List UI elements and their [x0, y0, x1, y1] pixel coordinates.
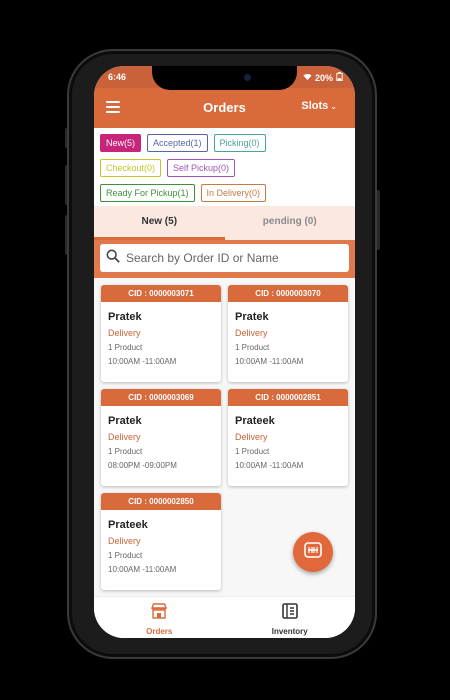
camera-icon	[244, 74, 251, 81]
chip-in-delivery[interactable]: In Delivery(0)	[200, 184, 267, 202]
search-box	[100, 244, 349, 272]
inventory-icon	[281, 603, 299, 624]
chip-new[interactable]: New(5)	[100, 134, 142, 152]
order-card[interactable]: CID : 0000002851 Prateek Delivery 1 Prod…	[228, 389, 348, 486]
customer-name: Pratek	[108, 311, 142, 323]
phone-screen: 6:46 20% Orders Slots ⌄ New(5) Accepted(…	[94, 66, 355, 638]
time-slot: 10:00AM -11:00AM	[108, 565, 177, 574]
slots-dropdown[interactable]: Slots ⌄	[301, 100, 337, 112]
order-type: Delivery	[235, 328, 268, 338]
scanner-icon	[304, 541, 322, 563]
order-type: Delivery	[235, 432, 268, 442]
chip-ready-for-pickup[interactable]: Ready For Pickup(1)	[100, 184, 195, 202]
order-cid: CID : 0000002850	[101, 493, 221, 510]
stage: 6:46 20% Orders Slots ⌄ New(5) Accepted(…	[0, 0, 450, 700]
product-count: 1 Product	[108, 551, 143, 560]
tab-new[interactable]: New (5)	[94, 206, 225, 240]
chip-self-pickup[interactable]: Self Pickup(0)	[167, 159, 236, 177]
order-cid: CID : 0000003069	[101, 389, 221, 406]
time-slot: 08:00PM -09:00PM	[108, 461, 177, 470]
search-bar	[94, 240, 355, 278]
customer-name: Prateek	[235, 415, 275, 427]
order-type: Delivery	[108, 328, 141, 338]
wifi-icon	[303, 73, 312, 83]
order-card[interactable]: CID : 0000003069 Pratek Delivery 1 Produ…	[101, 389, 221, 486]
nav-inventory[interactable]: Inventory	[225, 597, 356, 638]
search-icon	[106, 249, 120, 268]
status-time: 6:46	[108, 72, 127, 82]
notch	[152, 66, 297, 90]
customer-name: Pratek	[108, 415, 142, 427]
customer-name: Prateek	[108, 519, 148, 531]
bottom-navigation: Orders Inventory	[94, 596, 355, 638]
order-card[interactable]: CID : 0000002850 Prateek Delivery 1 Prod…	[101, 493, 221, 590]
nav-orders-label: Orders	[146, 627, 173, 636]
order-type: Delivery	[108, 536, 141, 546]
store-icon	[150, 603, 168, 624]
chip-picking[interactable]: Picking(0)	[213, 134, 266, 152]
tab-pending[interactable]: pending (0)	[225, 206, 356, 240]
app-bar: Orders Slots ⌄	[94, 88, 355, 128]
battery-percent: 20%	[314, 72, 333, 83]
order-cid: CID : 0000002851	[228, 389, 348, 406]
search-input[interactable]	[126, 251, 326, 265]
time-slot: 10:00AM -11:00AM	[108, 357, 177, 366]
order-tabs: New (5) pending (0)	[94, 206, 355, 240]
product-count: 1 Product	[108, 343, 143, 352]
status-filter-chips: New(5) Accepted(1) Picking(0) Checkout(0…	[100, 134, 350, 209]
chip-accepted[interactable]: Accepted(1)	[147, 134, 208, 152]
chevron-down-icon: ⌄	[330, 101, 337, 111]
order-card[interactable]: CID : 0000003071 Pratek Delivery 1 Produ…	[101, 285, 221, 382]
battery-icon	[336, 72, 343, 83]
nav-orders[interactable]: Orders	[94, 597, 225, 638]
nav-inventory-label: Inventory	[271, 627, 308, 636]
status-right: 20%	[303, 72, 343, 83]
order-cid: CID : 0000003071	[101, 285, 221, 302]
chip-checkout[interactable]: Checkout(0)	[100, 159, 162, 177]
time-slot: 10:00AM -11:00AM	[235, 461, 304, 470]
time-slot: 10:00AM -11:00AM	[235, 357, 304, 366]
customer-name: Pratek	[235, 311, 269, 323]
product-count: 1 Product	[108, 447, 143, 456]
order-type: Delivery	[108, 432, 141, 442]
scan-button[interactable]	[293, 532, 333, 572]
product-count: 1 Product	[235, 447, 270, 456]
order-cid: CID : 0000003070	[228, 285, 348, 302]
order-card[interactable]: CID : 0000003070 Pratek Delivery 1 Produ…	[228, 285, 348, 382]
slots-label: Slots	[301, 100, 329, 112]
product-count: 1 Product	[235, 343, 270, 352]
